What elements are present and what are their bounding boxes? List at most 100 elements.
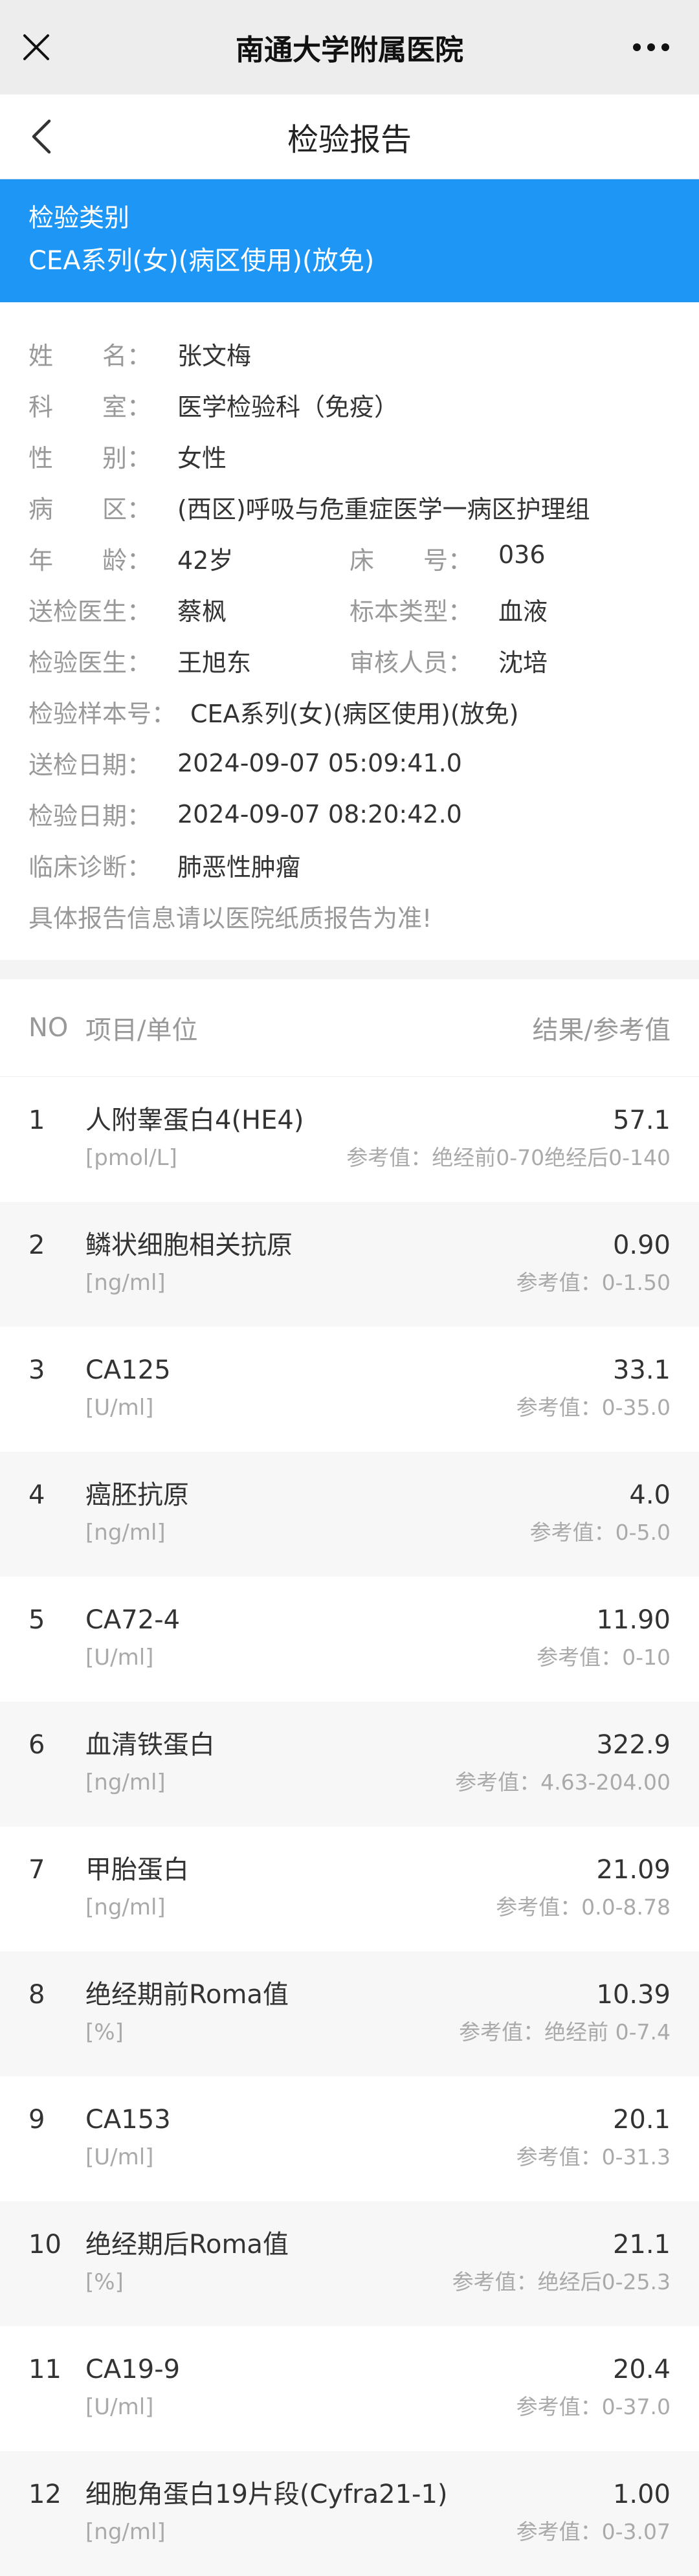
- reference-range: 参考值：0-31.3: [516, 2144, 671, 2170]
- doctor-col: 送检医生： 蔡枫: [28, 592, 350, 627]
- diagnosis-value: 肺恶性肿瘤: [177, 853, 301, 882]
- row-item: 血清铁蛋白 [ng/ml]: [85, 1727, 455, 1827]
- row-item: 鳞状细胞相关抗原 [ng/ml]: [85, 1228, 516, 1327]
- row-item: 癌胚抗原 [ng/ml]: [85, 1478, 530, 1577]
- reference-range: 参考值：绝经前 0-7.4: [459, 2019, 671, 2045]
- result-value: 57.1: [612, 1105, 671, 1135]
- item-name: CA153: [85, 2105, 171, 2135]
- sample-type-key: 标本类型：: [350, 597, 473, 626]
- info-row-dept: 科室： 医学检验科（免疫）: [28, 379, 671, 430]
- age-key: 年龄：: [28, 546, 151, 575]
- item-name: 绝经期前Roma值: [85, 1980, 289, 2010]
- tester-key: 检验医生：: [28, 649, 152, 677]
- info-row-diagnosis: 临床诊断： 肺恶性肿瘤: [28, 839, 671, 891]
- back-icon[interactable]: [28, 118, 54, 155]
- row-no: 7: [28, 1855, 45, 1885]
- row-item: 绝经期后Roma值 [%]: [85, 2227, 452, 2326]
- reference-range: 参考值：0-3.07: [516, 2519, 671, 2544]
- item-name: 鳞状细胞相关抗原: [85, 1230, 293, 1260]
- row-result: 20.4 参考值：0-37.0: [516, 2352, 671, 2451]
- reviewer-value: 沈培: [498, 649, 548, 677]
- table-row: 2 鳞状细胞相关抗原 [ng/ml] 0.90 参考值：0-1.50: [0, 1202, 699, 1327]
- close-icon[interactable]: [19, 30, 53, 64]
- info-row-ward: 病区： (西区)呼吸与危重症医学一病区护理组: [28, 482, 671, 533]
- table-row: 6 血清铁蛋白 [ng/ml] 322.9 参考值：4.63-204.00: [0, 1702, 699, 1827]
- row-no: 8: [28, 1980, 45, 2010]
- reviewer-key: 审核人员：: [350, 649, 473, 677]
- row-item: 甲胎蛋白 [ng/ml]: [85, 1852, 496, 1951]
- item-name: 甲胎蛋白: [85, 1855, 189, 1885]
- row-no: 9: [28, 2105, 45, 2135]
- result-value: 21.1: [612, 2230, 671, 2260]
- item-unit: [ng/ml]: [85, 1520, 166, 1546]
- row-no: 2: [28, 1230, 45, 1260]
- send-date-value: 2024-09-07 05:09:41.0: [177, 748, 462, 777]
- app-title-bar: 南通大学附属医院: [0, 0, 699, 94]
- age-col: 年龄： 42岁: [28, 540, 350, 576]
- category-value: CEA系列(女)(病区使用)(放免): [28, 246, 375, 276]
- app-title: 南通大学附属医院: [236, 34, 463, 67]
- table-row: 10 绝经期后Roma值 [%] 21.1 参考值：绝经后0-25.3: [0, 2201, 699, 2326]
- item-unit: [ng/ml]: [85, 1270, 166, 1296]
- reference-range: 参考值：绝经后0-25.3: [452, 2269, 671, 2294]
- info-row-name: 姓名： 张文梅: [28, 328, 671, 379]
- row-item: CA72-4 [U/ml]: [85, 1603, 537, 1702]
- row-result: 33.1 参考值：0-35.0: [516, 1353, 671, 1452]
- patient-name: 张文梅: [177, 342, 252, 370]
- row-result: 0.90 参考值：0-1.50: [516, 1228, 671, 1327]
- item-unit: [pmol/L]: [85, 1145, 177, 1171]
- row-item: CA153 [U/ml]: [85, 2102, 516, 2201]
- item-unit: [%]: [85, 2019, 124, 2045]
- row-item: 细胞角蛋白19片段(Cyfra21-1) [ng/ml]: [85, 2477, 516, 2576]
- table-row: 11 CA19-9 [U/ml] 20.4 参考值：0-37.0: [0, 2326, 699, 2451]
- row-item: CA125 [U/ml]: [85, 1353, 516, 1452]
- sex-value: 女性: [177, 444, 227, 472]
- item-unit: [U/ml]: [85, 2144, 154, 2170]
- row-no: 12: [28, 2480, 61, 2509]
- category-label: 检验类别: [28, 204, 130, 233]
- info-row-sex: 性别： 女性: [28, 430, 671, 482]
- reference-range: 参考值：0-5.0: [529, 1520, 671, 1545]
- results-table-header: NO 项目/单位 结果/参考值: [0, 979, 699, 1077]
- result-value: 11.90: [596, 1605, 671, 1635]
- doctor-value: 蔡枫: [177, 597, 227, 626]
- row-result: 1.00 参考值：0-3.07: [516, 2477, 671, 2576]
- sample-type-col: 标本类型： 血液: [350, 592, 671, 627]
- item-name: CA72-4: [85, 1605, 181, 1635]
- table-row: 3 CA125 [U/ml] 33.1 参考值：0-35.0: [0, 1327, 699, 1452]
- result-value: 4.0: [629, 1480, 671, 1510]
- result-value: 1.00: [612, 2480, 671, 2509]
- row-result: 57.1 参考值：绝经前0-70绝经后0-140: [346, 1103, 671, 1202]
- row-no: 1: [28, 1105, 45, 1135]
- tester-value: 王旭东: [177, 649, 252, 677]
- info-row-test-date: 检验日期： 2024-09-07 08:20:42.0: [28, 788, 671, 839]
- row-result: 11.90 参考值：0-10: [537, 1603, 671, 1702]
- item-unit: [ng/ml]: [85, 1770, 166, 1795]
- item-name: 血清铁蛋白: [85, 1730, 215, 1760]
- header-no: NO: [28, 1013, 69, 1043]
- table-row: 5 CA72-4 [U/ml] 11.90 参考值：0-10: [0, 1577, 699, 1702]
- row-item: 人附睾蛋白4(HE4) [pmol/L]: [85, 1103, 346, 1202]
- section-divider: [0, 960, 699, 979]
- sample-no-key: 检验样本号：: [28, 700, 177, 728]
- results-table-body: 1 人附睾蛋白4(HE4) [pmol/L] 57.1 参考值：绝经前0-70绝经后0-…: [0, 1077, 699, 2576]
- table-row: 12 细胞角蛋白19片段(Cyfra21-1) [ng/ml] 1.00 参考值：0-3…: [0, 2451, 699, 2576]
- result-value: 10.39: [596, 1980, 671, 2010]
- item-name: 人附睾蛋白4(HE4): [85, 1105, 304, 1135]
- reviewer-col: 审核人员： 沈培: [350, 643, 671, 678]
- bed-value: 036: [498, 540, 546, 569]
- item-unit: [%]: [85, 2269, 124, 2295]
- result-value: 21.09: [596, 1855, 671, 1885]
- row-no: 10: [28, 2230, 61, 2260]
- more-icon[interactable]: [632, 41, 671, 54]
- reference-range: 参考值：0-37.0: [516, 2394, 671, 2419]
- item-name: CA125: [85, 1355, 171, 1385]
- row-result: 4.0 参考值：0-5.0: [530, 1478, 671, 1577]
- info-row-doctor-sample: 送检医生： 蔡枫 标本类型： 血液: [28, 584, 671, 635]
- row-no: 6: [28, 1730, 45, 1760]
- row-result: 21.09 参考值：0.0-8.78: [496, 1852, 671, 1951]
- row-no: 11: [28, 2355, 61, 2384]
- table-row: 1 人附睾蛋白4(HE4) [pmol/L] 57.1 参考值：绝经前0-70绝经后0-…: [0, 1077, 699, 1202]
- tester-col: 检验医生： 王旭东: [28, 643, 350, 678]
- result-value: 322.9: [596, 1730, 671, 1760]
